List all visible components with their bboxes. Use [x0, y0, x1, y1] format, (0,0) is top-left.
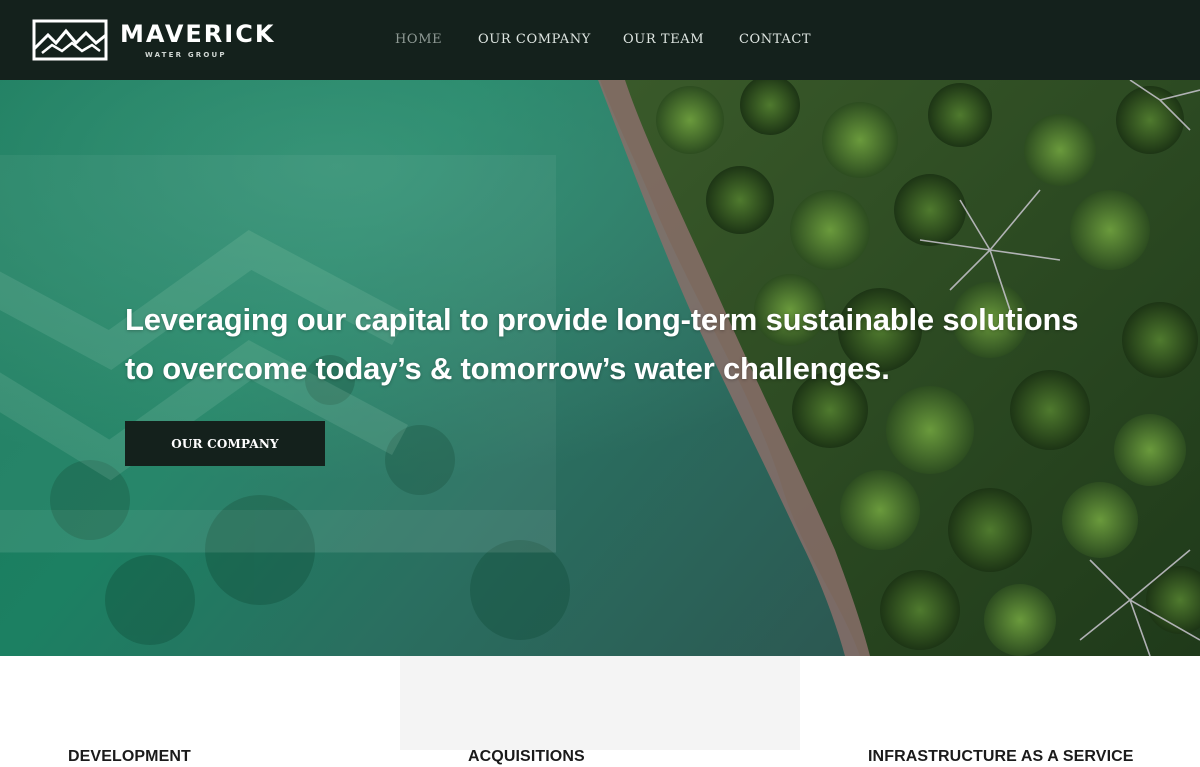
service-card-development: DEVELOPMENT — [0, 656, 400, 765]
service-title: ACQUISITIONS — [468, 748, 585, 765]
service-card-infrastructure: INFRASTRUCTURE AS A SERVICE — [800, 656, 1200, 765]
nav-home[interactable]: HOME — [395, 31, 442, 49]
brand-subtitle: WATER GROUP — [145, 51, 227, 59]
nav-contact[interactable]: CONTACT — [739, 31, 811, 49]
our-company-button[interactable]: OUR COMPANY — [125, 421, 325, 466]
hero-section: Leveraging our capital to provide long-t… — [0, 80, 1200, 656]
service-card-acquisitions: ACQUISITIONS — [400, 656, 800, 765]
brand-name: MAVERICK — [120, 20, 276, 48]
site-header: MAVERICK WATER GROUP HOME OUR COMPANY OU… — [0, 0, 1200, 80]
hero-headline: Leveraging our capital to provide long-t… — [125, 301, 1079, 386]
nav-our-team[interactable]: OUR TEAM — [623, 31, 704, 49]
brand-logo[interactable]: MAVERICK WATER GROUP — [32, 19, 276, 63]
service-title: INFRASTRUCTURE AS A SERVICE — [868, 748, 1134, 765]
services-section: DEVELOPMENT ACQUISITIONS INFRASTRUCTURE … — [0, 656, 1200, 765]
nav-our-company[interactable]: OUR COMPANY — [478, 31, 591, 49]
mountain-wave-icon — [32, 19, 108, 61]
service-title: DEVELOPMENT — [68, 748, 191, 765]
